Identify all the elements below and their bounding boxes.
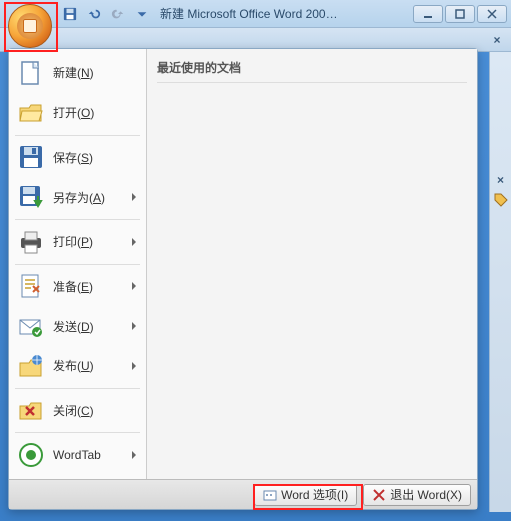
wordtab-icon (17, 441, 45, 469)
side-panel: × (489, 52, 511, 512)
menu-item-wordtab[interactable]: WordTab (11, 435, 144, 475)
side-panel-tag-icon[interactable] (493, 192, 509, 208)
menu-label: 保存(S) (53, 149, 138, 166)
publish-icon (17, 352, 45, 380)
office-menu-footer: Word 选项(I) 退出 Word(X) (9, 479, 477, 509)
printer-icon (17, 228, 45, 256)
menu-separator (15, 388, 140, 389)
chevron-right-icon (130, 238, 138, 246)
menu-label: 打印(P) (53, 233, 122, 250)
menu-item-close[interactable]: 关闭(C) (11, 391, 144, 431)
recent-documents-panel: 最近使用的文档 (147, 49, 477, 479)
chevron-right-icon (130, 193, 138, 201)
menu-label: 发布(U) (53, 357, 122, 374)
exit-word-button[interactable]: 退出 Word(X) (363, 484, 471, 506)
office-menu: 新建(N) 打开(O) 保存(S) 另存为(A) (8, 48, 478, 510)
chevron-right-icon (130, 362, 138, 370)
menu-item-open[interactable]: 打开(O) (11, 93, 144, 133)
recent-documents-header: 最近使用的文档 (157, 55, 467, 83)
menu-item-send[interactable]: 发送(D) (11, 306, 144, 346)
floppy-icon (17, 143, 45, 171)
chevron-right-icon (130, 282, 138, 290)
titlebar: 新建 Microsoft Office Word 200… (0, 0, 511, 28)
menu-label: 关闭(C) (53, 402, 138, 419)
menu-label: 打开(O) (53, 104, 138, 121)
window-title: 新建 Microsoft Office Word 200… (152, 5, 413, 22)
redo-icon[interactable] (108, 4, 128, 24)
chevron-right-icon (130, 451, 138, 459)
menu-item-save-as[interactable]: 另存为(A) (11, 177, 144, 217)
window-controls (413, 5, 507, 23)
side-panel-close-icon[interactable]: × (493, 172, 509, 188)
ribbon-close-icon[interactable]: × (489, 32, 505, 48)
new-doc-icon (17, 59, 45, 87)
menu-separator (15, 432, 140, 433)
quick-access-toolbar (60, 4, 152, 24)
save-icon[interactable] (60, 4, 80, 24)
prepare-icon (17, 272, 45, 300)
floppy-arrow-icon (17, 183, 45, 211)
menu-separator (15, 264, 140, 265)
minimize-button[interactable] (413, 5, 443, 23)
close-button[interactable] (477, 5, 507, 23)
folder-open-icon (17, 99, 45, 127)
office-button[interactable] (8, 4, 52, 48)
highlight-word-options (253, 484, 363, 510)
menu-item-new[interactable]: 新建(N) (11, 53, 144, 93)
menu-item-publish[interactable]: 发布(U) (11, 346, 144, 386)
menu-label: 发送(D) (53, 318, 122, 335)
menu-label: WordTab (53, 448, 122, 462)
menu-item-prepare[interactable]: 准备(E) (11, 266, 144, 306)
exit-icon (372, 488, 386, 502)
menu-separator (15, 135, 140, 136)
office-logo-icon (17, 13, 43, 39)
undo-icon[interactable] (84, 4, 104, 24)
office-menu-commands: 新建(N) 打开(O) 保存(S) 另存为(A) (9, 49, 147, 479)
send-icon (17, 312, 45, 340)
close-doc-icon (17, 397, 45, 425)
maximize-button[interactable] (445, 5, 475, 23)
menu-item-save[interactable]: 保存(S) (11, 137, 144, 177)
qat-dropdown-icon[interactable] (132, 4, 152, 24)
menu-label: 新建(N) (53, 64, 138, 81)
menu-label: 另存为(A) (53, 189, 122, 206)
menu-item-print[interactable]: 打印(P) (11, 222, 144, 262)
menu-label: 准备(E) (53, 278, 122, 295)
chevron-right-icon (130, 322, 138, 330)
menu-separator (15, 219, 140, 220)
